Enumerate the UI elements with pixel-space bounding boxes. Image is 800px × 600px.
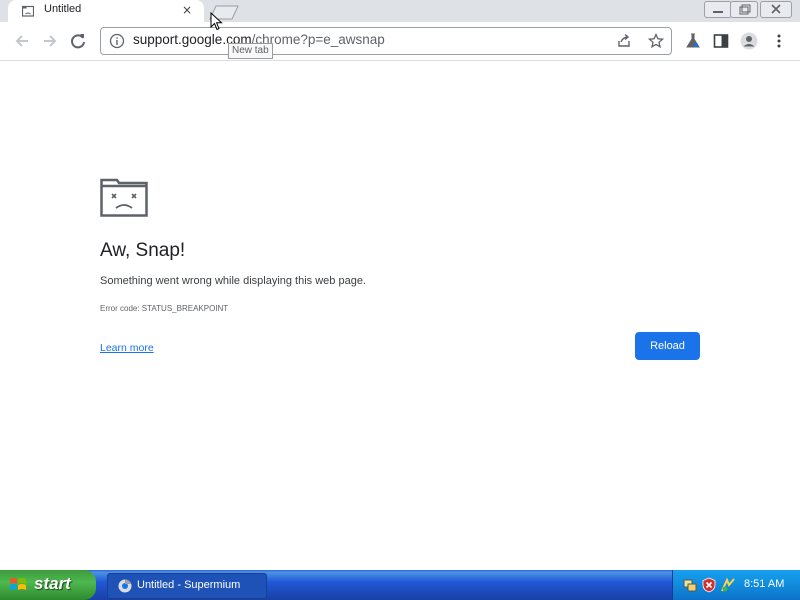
- restore-button[interactable]: [730, 1, 758, 18]
- new-tab-tooltip: New tab: [228, 43, 273, 59]
- back-icon[interactable]: [12, 31, 32, 51]
- forward-icon[interactable]: [40, 31, 60, 51]
- close-window-button[interactable]: [760, 1, 792, 18]
- minimize-icon: [713, 11, 723, 13]
- start-label: start: [34, 574, 71, 593]
- supermium-icon: [118, 579, 132, 593]
- update-tray-icon[interactable]: [720, 577, 736, 593]
- error-message: Something went wrong while displaying th…: [100, 275, 366, 287]
- sad-folder-icon: [100, 178, 148, 217]
- browser-toolbar: support.google.com/chrome?p=e_awsnap: [0, 22, 800, 61]
- taskbar-item-supermium[interactable]: Untitled - Supermium: [107, 573, 267, 599]
- reload-button[interactable]: Reload: [635, 332, 700, 360]
- share-icon[interactable]: [616, 33, 632, 49]
- tab-close-button[interactable]: ×: [180, 2, 194, 18]
- close-icon: [771, 4, 781, 14]
- learn-more-link[interactable]: Learn more: [100, 342, 154, 354]
- side-panel-icon[interactable]: [712, 32, 730, 50]
- security-shield-tray-icon[interactable]: [701, 577, 717, 593]
- taskbar-item-label: Untitled - Supermium: [137, 579, 241, 591]
- restore-icon: [739, 4, 751, 15]
- menu-kebab-icon[interactable]: [770, 32, 788, 50]
- labs-flask-icon[interactable]: [684, 32, 702, 50]
- taskbar: start Untitled - Supermium 8:51 AM: [0, 570, 800, 600]
- profile-avatar-icon[interactable]: [740, 32, 758, 50]
- windows-logo-icon: [10, 578, 26, 590]
- minimize-button[interactable]: [704, 1, 732, 18]
- address-bar[interactable]: support.google.com/chrome?p=e_awsnap: [100, 27, 672, 55]
- sad-folder-icon: [22, 5, 34, 17]
- tab-title: Untitled: [44, 3, 82, 15]
- bookmark-star-icon[interactable]: [648, 33, 664, 49]
- mouse-cursor-icon: [210, 12, 223, 31]
- error-title: Aw, Snap!: [100, 240, 186, 261]
- error-code: Error code: STATUS_BREAKPOINT: [100, 304, 229, 313]
- clock: 8:51 AM: [744, 578, 785, 590]
- start-button[interactable]: start: [0, 570, 96, 600]
- info-icon[interactable]: [109, 33, 125, 49]
- title-bar: Untitled ×: [0, 0, 800, 22]
- reload-icon[interactable]: [68, 31, 88, 51]
- tab-untitled[interactable]: Untitled ×: [8, 0, 204, 22]
- network-tray-icon[interactable]: [682, 577, 698, 593]
